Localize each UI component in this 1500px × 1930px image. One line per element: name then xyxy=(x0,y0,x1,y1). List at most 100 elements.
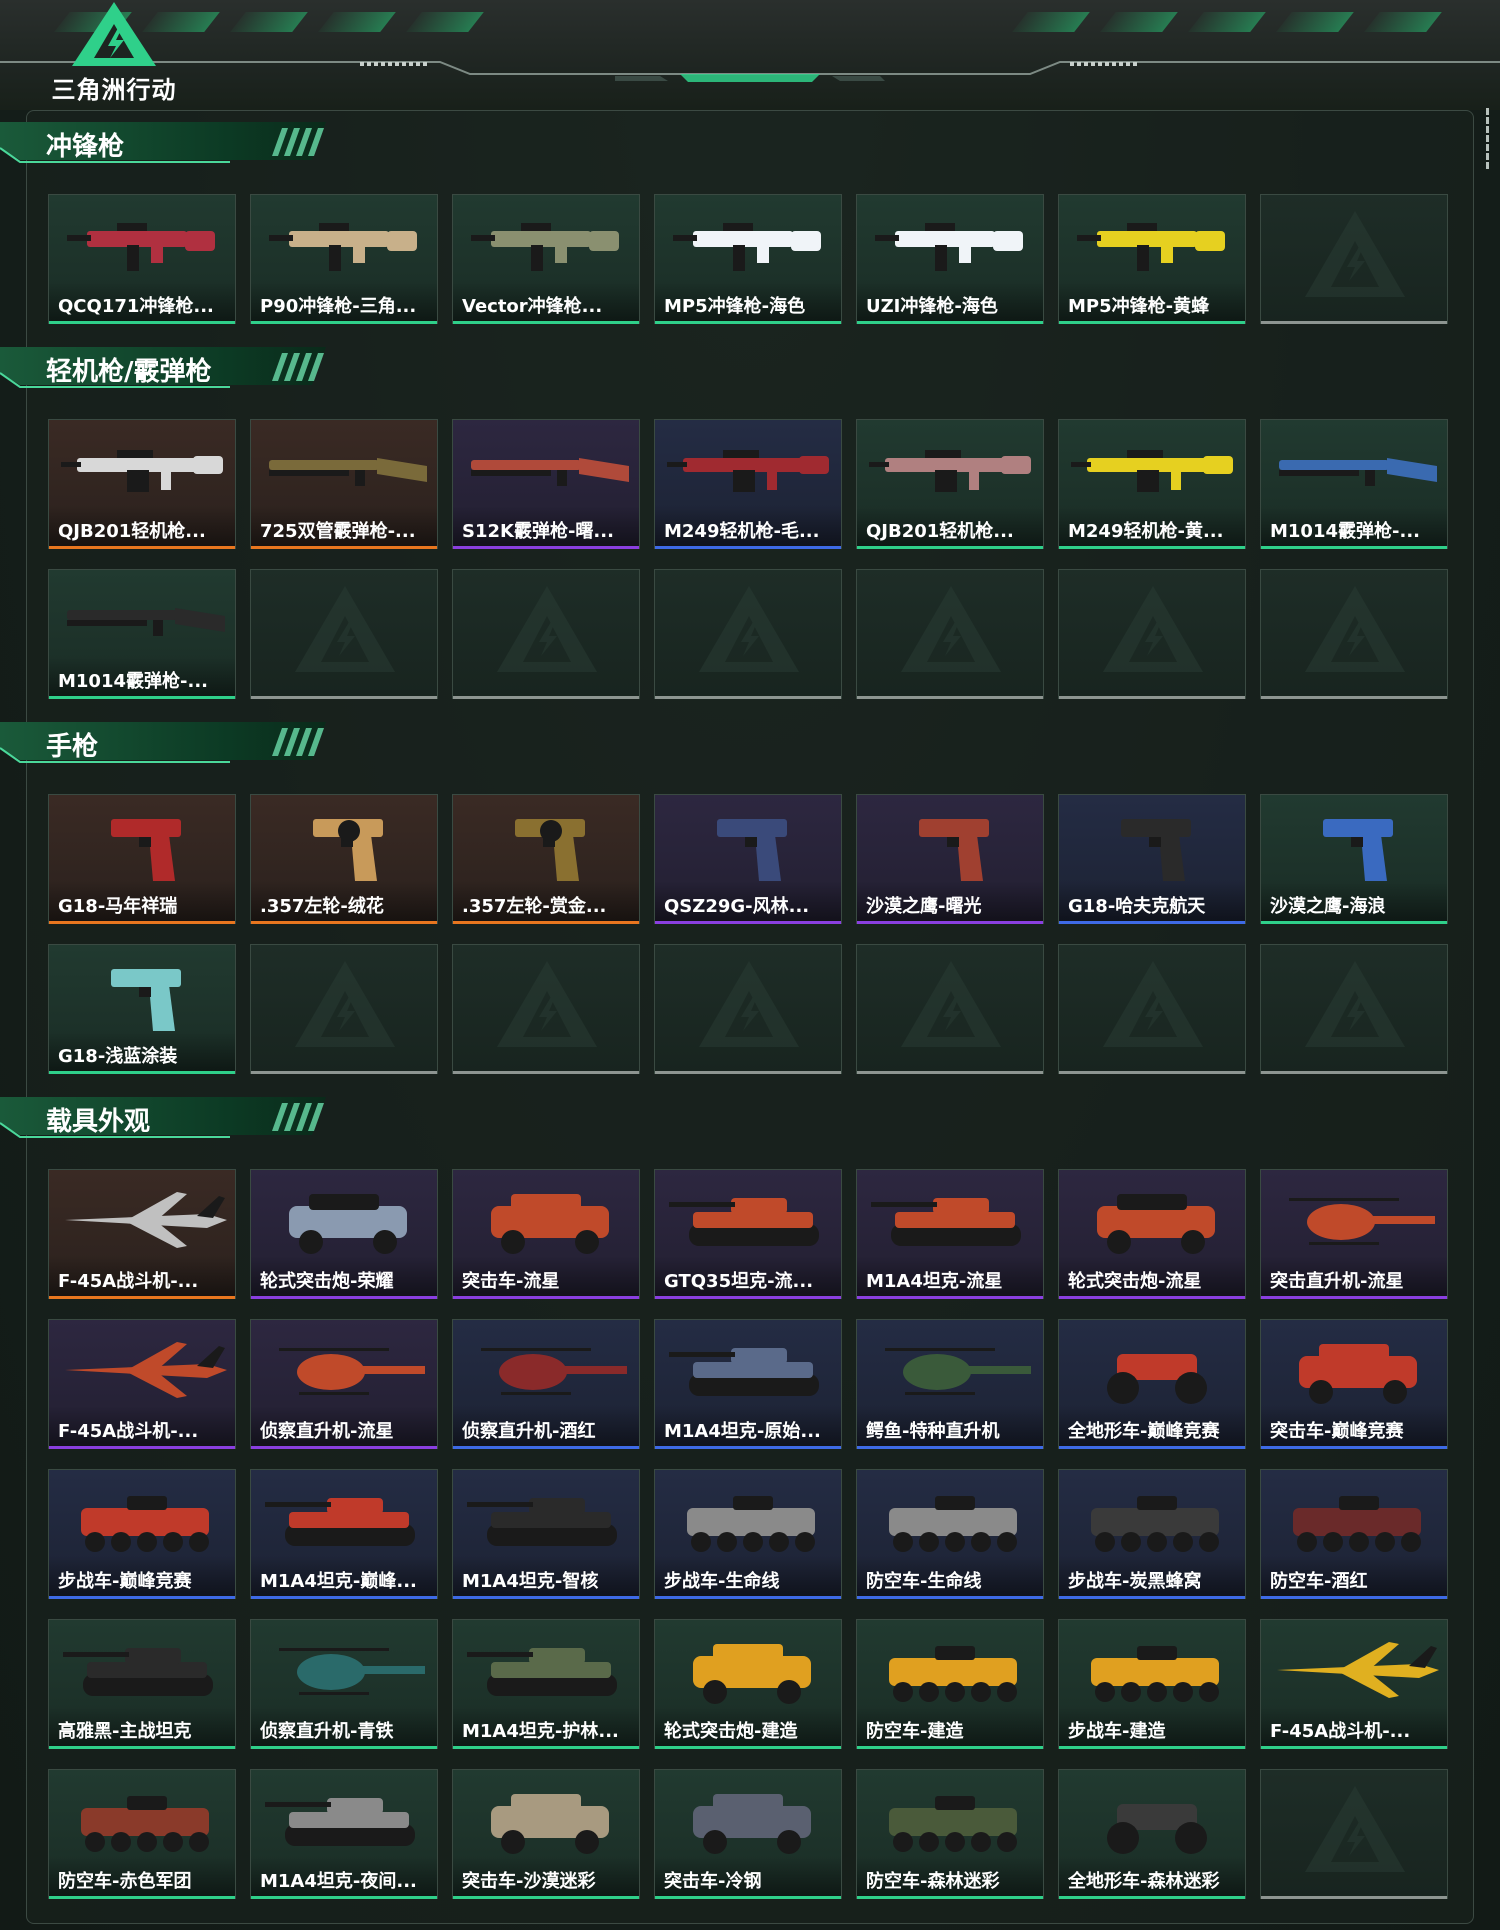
atv-icon xyxy=(1107,1354,1207,1404)
placeholder-logo-icon xyxy=(901,961,1001,1047)
jet-icon xyxy=(65,1192,227,1248)
buggy-icon xyxy=(1097,1194,1215,1254)
item-card[interactable]: S12K霰弹枪-曙... xyxy=(452,419,640,549)
item-card[interactable]: 725双管霰弹枪-... xyxy=(250,419,438,549)
logo: 三角洲行动 xyxy=(44,2,184,104)
item-card[interactable]: 高雅黑-主战坦克 xyxy=(48,1619,236,1749)
revolver-icon xyxy=(313,819,383,881)
item-card[interactable]: M1A4坦克-智核 xyxy=(452,1469,640,1599)
empty-slot xyxy=(1058,569,1246,699)
scrollbar[interactable] xyxy=(1484,108,1490,178)
item-card[interactable]: GTQ35坦克-流... xyxy=(654,1169,842,1299)
rarity-bar xyxy=(49,696,235,699)
item-card[interactable]: 轮式突击炮-建造 xyxy=(654,1619,842,1749)
item-name: 步战车-巅峰竞赛 xyxy=(58,1571,192,1592)
item-name: 沙漠之鹰-海浪 xyxy=(1270,896,1386,917)
item-card[interactable]: 侦察直升机-青铁 xyxy=(250,1619,438,1749)
pistol-icon xyxy=(111,969,181,1031)
rarity-bar xyxy=(1261,321,1447,324)
item-card[interactable]: 防空车-生命线 xyxy=(856,1469,1044,1599)
item-card[interactable]: 沙漠之鹰-曙光 xyxy=(856,794,1044,924)
apc-icon xyxy=(81,1496,209,1552)
item-card[interactable]: QSZ29G-风林... xyxy=(654,794,842,924)
item-card[interactable]: 全地形车-巅峰竞赛 xyxy=(1058,1319,1246,1449)
pistol-icon xyxy=(1323,819,1393,881)
item-name: MP5冲锋枪-黄蜂 xyxy=(1068,296,1210,317)
apc-icon xyxy=(81,1796,209,1852)
item-card[interactable]: 突击直升机-流星 xyxy=(1260,1169,1448,1299)
item-card[interactable]: 步战车-生命线 xyxy=(654,1469,842,1599)
item-card[interactable]: MP5冲锋枪-黄蜂 xyxy=(1058,194,1246,324)
item-name: 鳄鱼-特种直升机 xyxy=(866,1421,1000,1442)
item-card[interactable]: .357左轮-绒花 xyxy=(250,794,438,924)
item-card[interactable]: M1A4坦克-巅峰... xyxy=(250,1469,438,1599)
item-card[interactable]: Vector冲锋枪... xyxy=(452,194,640,324)
item-card[interactable]: MP5冲锋枪-海色 xyxy=(654,194,842,324)
item-name: M1A4坦克-巅峰... xyxy=(260,1571,417,1592)
rarity-bar xyxy=(453,321,639,324)
item-card[interactable]: 步战车-建造 xyxy=(1058,1619,1246,1749)
item-card[interactable]: 突击车-巅峰竞赛 xyxy=(1260,1319,1448,1449)
item-card[interactable]: 轮式突击炮-流星 xyxy=(1058,1169,1246,1299)
item-name: 防空车-建造 xyxy=(866,1721,964,1742)
item-card[interactable]: 防空车-建造 xyxy=(856,1619,1044,1749)
item-card[interactable]: M249轻机枪-毛... xyxy=(654,419,842,549)
helicopter-icon xyxy=(481,1348,627,1395)
item-name: M1A4坦克-智核 xyxy=(462,1571,599,1592)
item-card[interactable]: 防空车-赤色军团 xyxy=(48,1769,236,1899)
item-name: P90冲锋枪-三角... xyxy=(260,296,417,317)
item-name: G18-浅蓝涂装 xyxy=(58,1046,178,1067)
item-card[interactable]: 侦察直升机-酒红 xyxy=(452,1319,640,1449)
item-card[interactable]: G18-哈夫克航天 xyxy=(1058,794,1246,924)
item-card[interactable]: G18-马年祥瑞 xyxy=(48,794,236,924)
item-card[interactable]: 全地形车-森林迷彩 xyxy=(1058,1769,1246,1899)
item-card[interactable]: 突击车-流星 xyxy=(452,1169,640,1299)
rarity-bar xyxy=(857,1296,1043,1299)
apc-icon xyxy=(687,1496,815,1552)
item-card[interactable]: M1014霰弹枪-... xyxy=(48,569,236,699)
item-card[interactable]: 防空车-酒红 xyxy=(1260,1469,1448,1599)
item-card[interactable]: .357左轮-赏金... xyxy=(452,794,640,924)
item-card[interactable]: 突击车-冷钢 xyxy=(654,1769,842,1899)
item-card[interactable]: 步战车-巅峰竞赛 xyxy=(48,1469,236,1599)
item-card[interactable]: 轮式突击炮-荣耀 xyxy=(250,1169,438,1299)
item-name: 轮式突击炮-荣耀 xyxy=(260,1271,394,1292)
item-card[interactable]: 侦察直升机-流星 xyxy=(250,1319,438,1449)
item-card[interactable]: 防空车-森林迷彩 xyxy=(856,1769,1044,1899)
item-card[interactable]: M1014霰弹枪-... xyxy=(1260,419,1448,549)
apc-icon xyxy=(889,1646,1017,1702)
section-title: 轻机枪/霰弹枪 xyxy=(46,357,212,387)
placeholder-logo-icon xyxy=(1305,1786,1405,1872)
rarity-bar xyxy=(1261,1071,1447,1074)
header-bar: 三角洲行动 xyxy=(0,0,1500,110)
item-card[interactable]: F-45A战斗机-... xyxy=(1260,1619,1448,1749)
item-card[interactable]: M1A4坦克-夜间... xyxy=(250,1769,438,1899)
item-card[interactable]: F-45A战斗机-... xyxy=(48,1169,236,1299)
rarity-bar xyxy=(655,1446,841,1449)
suv-icon xyxy=(693,1644,811,1704)
item-card[interactable]: QJB201轻机枪... xyxy=(48,419,236,549)
item-card[interactable]: M1A4坦克-护林... xyxy=(452,1619,640,1749)
item-card[interactable]: 沙漠之鹰-海浪 xyxy=(1260,794,1448,924)
empty-slot xyxy=(452,944,640,1074)
item-card[interactable]: QJB201轻机枪... xyxy=(856,419,1044,549)
item-card[interactable]: 鳄鱼-特种直升机 xyxy=(856,1319,1044,1449)
placeholder-logo-icon xyxy=(901,586,1001,672)
item-card[interactable]: 步战车-炭黑蜂窝 xyxy=(1058,1469,1246,1599)
rarity-bar xyxy=(49,1596,235,1599)
item-card[interactable]: M249轻机枪-黄... xyxy=(1058,419,1246,549)
item-card[interactable]: QCQ171冲锋枪... xyxy=(48,194,236,324)
item-card[interactable]: M1A4坦克-原始... xyxy=(654,1319,842,1449)
section-title: 手枪 xyxy=(46,732,99,762)
jet-icon xyxy=(1277,1642,1439,1698)
item-card[interactable]: G18-浅蓝涂装 xyxy=(48,944,236,1074)
empty-slot xyxy=(250,944,438,1074)
item-card[interactable]: 突击车-沙漠迷彩 xyxy=(452,1769,640,1899)
item-card[interactable]: P90冲锋枪-三角... xyxy=(250,194,438,324)
item-card[interactable]: F-45A战斗机-... xyxy=(48,1319,236,1449)
item-card[interactable]: M1A4坦克-流星 xyxy=(856,1169,1044,1299)
item-name: QJB201轻机枪... xyxy=(866,521,1014,542)
rarity-bar xyxy=(857,1896,1043,1899)
tank-icon xyxy=(669,1198,819,1246)
item-card[interactable]: UZI冲锋枪-海色 xyxy=(856,194,1044,324)
